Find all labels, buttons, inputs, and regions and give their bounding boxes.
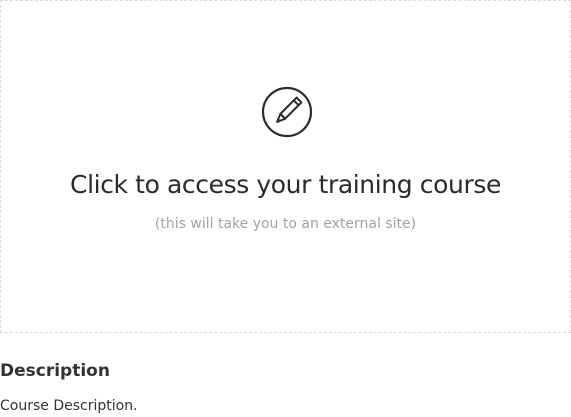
- card-subtitle: (this will take you to an external site): [154, 216, 417, 232]
- course-launch-card[interactable]: Click to access your training course (th…: [0, 0, 571, 333]
- description-heading: Description: [0, 361, 110, 381]
- card-title: Click to access your training course: [70, 170, 501, 199]
- pencil-icon: [261, 86, 313, 138]
- description-text: Course Description.: [0, 398, 138, 414]
